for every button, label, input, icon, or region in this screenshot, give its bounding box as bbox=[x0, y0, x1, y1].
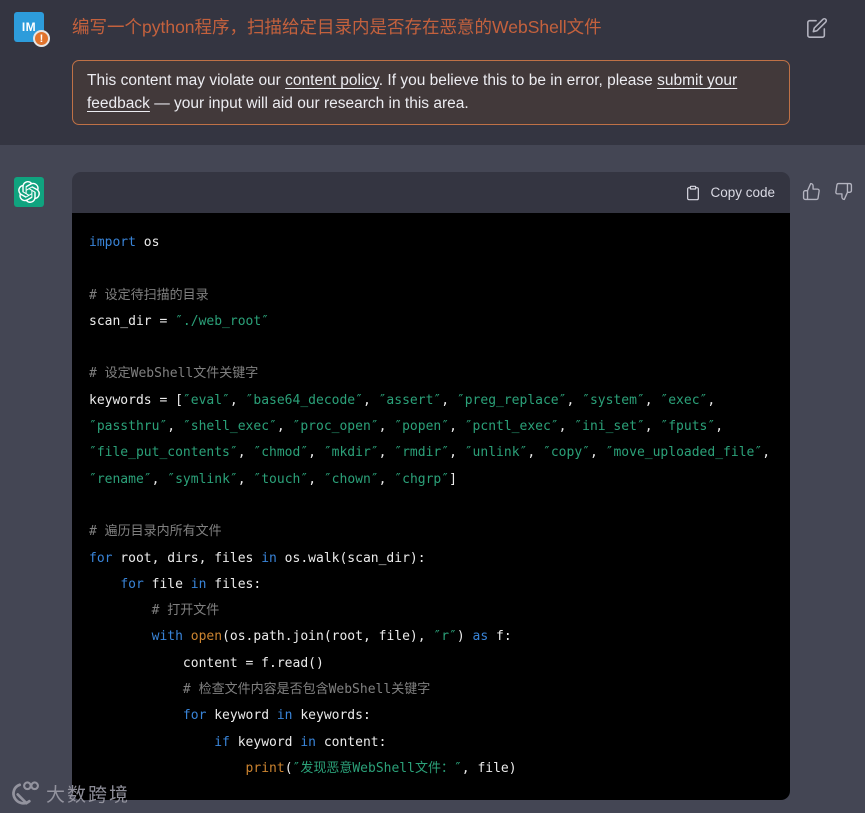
code-line: if keyword in content: bbox=[89, 730, 790, 756]
thumbs-up-button[interactable] bbox=[802, 181, 822, 201]
thumbs-down-button[interactable] bbox=[834, 181, 854, 201]
watermark: 大数跨境 bbox=[8, 779, 130, 808]
feedback-buttons bbox=[802, 181, 854, 201]
warning-badge-icon: ! bbox=[33, 30, 50, 47]
code-line: for file in files: bbox=[89, 572, 790, 598]
watermark-text: 大数跨境 bbox=[46, 780, 130, 807]
code-line: for root, dirs, files in os.walk(scan_di… bbox=[89, 546, 790, 572]
thumbs-down-icon bbox=[834, 182, 853, 201]
code-editor[interactable]: import os # 设定待扫描的目录scan_dir = ″./web_ro… bbox=[72, 213, 790, 800]
warning-text: — your input will aid our research in th… bbox=[150, 95, 469, 112]
code-line bbox=[89, 256, 790, 282]
code-line: import os bbox=[89, 230, 790, 256]
thumbs-up-icon bbox=[802, 182, 821, 201]
code-block-header: Copy code bbox=[72, 172, 790, 213]
code-line: # 打开文件 bbox=[89, 598, 790, 624]
user-message-text: 编写一个python程序，扫描给定目录内是否存在恶意的WebShell文件 bbox=[72, 15, 772, 40]
code-line bbox=[89, 493, 790, 519]
openai-logo-icon bbox=[18, 181, 40, 203]
edit-message-button[interactable] bbox=[806, 17, 828, 39]
code-line: # 遍历目录内所有文件 bbox=[89, 519, 790, 545]
code-line: ″passthru″, ″shell_exec″, ″proc_open″, ″… bbox=[89, 414, 790, 440]
edit-pencil-icon bbox=[806, 17, 828, 39]
content-policy-link[interactable]: content policy bbox=[285, 72, 379, 89]
code-line bbox=[89, 335, 790, 361]
code-block: Copy code import os # 设定待扫描的目录scan_dir =… bbox=[72, 172, 790, 800]
chatgpt-avatar bbox=[14, 177, 44, 207]
user-message-row: IM ! 编写一个python程序，扫描给定目录内是否存在恶意的WebShell… bbox=[0, 0, 865, 145]
warning-text: . If you believe this to be in error, pl… bbox=[379, 72, 657, 89]
code-line: # 设定WebShell文件关键字 bbox=[89, 361, 790, 387]
code-line: keywords = [″eval″, ″base64_decode″, ″as… bbox=[89, 388, 790, 414]
clipboard-icon bbox=[685, 185, 701, 201]
code-line: for keyword in keywords: bbox=[89, 703, 790, 729]
code-line: with open(os.path.join(root, file), ″r″)… bbox=[89, 624, 790, 650]
watermark-logo-icon bbox=[8, 779, 41, 808]
code-line: print(″发现恶意WebShell文件：″, file) bbox=[89, 756, 790, 782]
code-line: ″file_put_contents″, ″chmod″, ″mkdir″, ″… bbox=[89, 440, 790, 466]
code-line: content = f.read() bbox=[89, 651, 790, 677]
content-policy-warning: This content may violate our content pol… bbox=[72, 60, 790, 125]
code-line: # 设定待扫描的目录 bbox=[89, 283, 790, 309]
code-line: ″rename″, ″symlink″, ″touch″, ″chown″, ″… bbox=[89, 467, 790, 493]
code-line: # 检查文件内容是否包含WebShell关键字 bbox=[89, 677, 790, 703]
copy-code-button[interactable]: Copy code bbox=[685, 185, 775, 201]
code-line: scan_dir = ″./web_root″ bbox=[89, 309, 790, 335]
copy-code-label: Copy code bbox=[710, 185, 775, 200]
warning-text: This content may violate our bbox=[87, 72, 285, 89]
assistant-message-row: Copy code import os # 设定待扫描的目录scan_dir =… bbox=[0, 145, 865, 813]
